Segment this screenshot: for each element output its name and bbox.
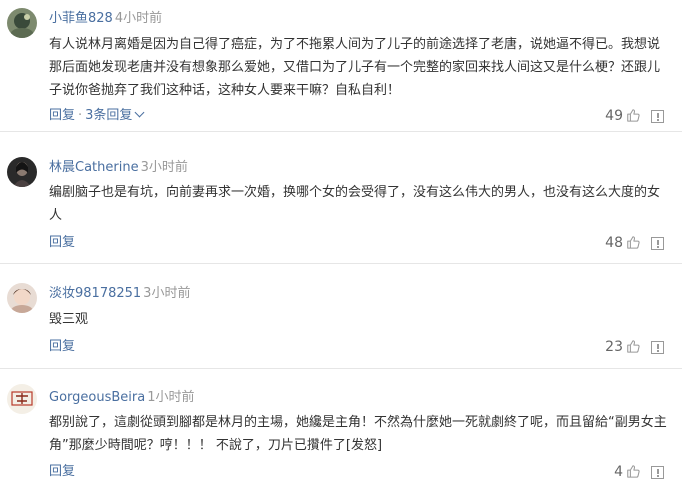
comment-meta: 小菲鱼828 4小时前: [49, 10, 162, 28]
comment-actions: 回复: [49, 338, 75, 356]
comment-item: 淡妆98178251 3小时前 毁三观 回复 23: [0, 264, 682, 367]
thumbs-up-icon: [627, 109, 640, 122]
timestamp: 3小时前: [140, 160, 188, 175]
replies-count: 3条回复: [85, 108, 133, 123]
comment-item: 林晨Catherine 3小时前 编剧脑子也是有坑，向前妻再求一次婚，换哪个女的会…: [0, 132, 682, 262]
comment-text: 编剧脑子也是有坑，向前妻再求一次婚，换哪个女的会受得了，没有这么伟大的男人，也没…: [49, 185, 661, 223]
avatar[interactable]: [7, 283, 37, 313]
report-icon[interactable]: [651, 466, 664, 479]
like-count: 48: [605, 235, 623, 251]
username-link[interactable]: GorgeousBeira: [49, 390, 145, 405]
comment-actions: 回复 · 3条回复: [49, 107, 145, 125]
username-link[interactable]: 林晨Catherine: [49, 160, 139, 175]
timestamp: 4小时前: [114, 11, 163, 26]
comment-item: 小菲鱼828 4小时前 有人说林月离婚是因为自己得了癌症，为了不拖累人间为了儿子的…: [0, 0, 682, 131]
timestamp: 3小时前: [143, 286, 191, 301]
reply-button[interactable]: 回复: [49, 235, 75, 250]
reply-button[interactable]: 回复: [49, 339, 75, 354]
like-button[interactable]: 48: [605, 234, 640, 252]
separator: ·: [78, 108, 83, 123]
like-count: 23: [605, 339, 623, 355]
comment-actions: 回复: [49, 234, 75, 252]
like-count: 49: [605, 108, 623, 124]
thumbs-up-icon: [627, 236, 640, 249]
avatar[interactable]: [7, 157, 37, 187]
report-icon[interactable]: [651, 341, 664, 354]
avatar[interactable]: [7, 384, 37, 414]
like-button[interactable]: 49: [605, 107, 640, 125]
comment-list: 小菲鱼828 4小时前 有人说林月离婚是因为自己得了癌症，为了不拖累人间为了儿子的…: [0, 0, 682, 500]
like-button[interactable]: 4: [614, 463, 640, 481]
thumbs-up-icon: [627, 340, 640, 353]
username-link[interactable]: 淡妆98178251: [49, 286, 141, 301]
thumbs-up-icon: [627, 465, 640, 478]
comment-text: 都别說了，這劇從頭到腳都是林月的主場，她纔是主角！不然為什麼她一死就劇終了呢，而…: [49, 415, 667, 453]
comment-meta: GorgeousBeira 1小时前: [49, 389, 194, 407]
timestamp: 1小时前: [147, 390, 195, 405]
chevron-down-icon: [134, 107, 145, 118]
reply-button[interactable]: 回复: [49, 108, 75, 123]
comment-meta: 林晨Catherine 3小时前: [49, 159, 188, 177]
comment-text: 毁三观: [49, 312, 89, 327]
report-icon[interactable]: [651, 237, 664, 250]
reply-button[interactable]: 回复: [49, 464, 75, 479]
view-replies-button[interactable]: 3条回复: [85, 107, 145, 123]
comment-actions: 回复: [49, 463, 75, 481]
comment-item: GorgeousBeira 1小时前 都别說了，這劇從頭到腳都是林月的主場，她纔是…: [0, 369, 682, 500]
like-count: 4: [614, 464, 623, 480]
comment-meta: 淡妆98178251 3小时前: [49, 285, 190, 303]
like-button[interactable]: 23: [605, 338, 640, 356]
avatar[interactable]: [7, 8, 37, 38]
report-icon[interactable]: [651, 110, 664, 123]
username-link[interactable]: 小菲鱼828: [49, 11, 113, 26]
comment-text: 有人说林月离婚是因为自己得了癌症，为了不拖累人间为了儿子的前途选择了老唐，说她逼…: [49, 37, 661, 98]
